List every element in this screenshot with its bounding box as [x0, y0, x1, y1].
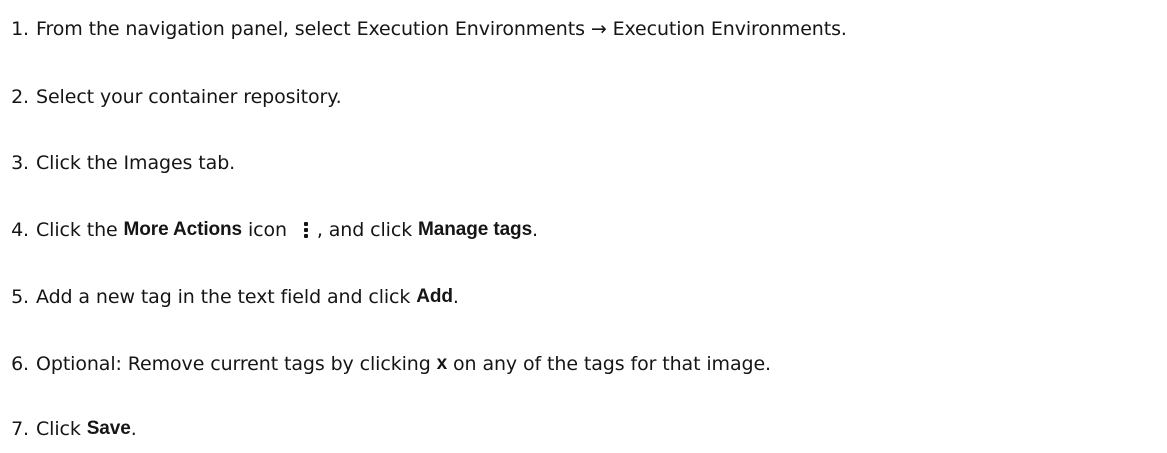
menu-path-section: Execution Environments [356, 18, 585, 40]
step-7: 7. Click Save . [0, 414, 137, 444]
remove-x-label: x [436, 353, 448, 374]
step-text: Add a new tag in the text field and clic… [36, 286, 417, 308]
step-4: 4. Click the More Actions icon , and cli… [0, 215, 538, 245]
current-tags-label: current tags [210, 353, 325, 375]
step-number: 7. [11, 418, 29, 440]
step-text: From the navigation panel, select [36, 18, 357, 40]
step-number: 5. [11, 286, 29, 308]
step-text-mid: , and click [316, 219, 419, 241]
step-number: 4. [11, 219, 29, 241]
kebab-vertical-icon [297, 220, 315, 240]
step-text-end: . [130, 418, 137, 440]
step-number: 1. [11, 18, 29, 40]
save-label: Save [86, 418, 131, 439]
step-text: Select your container repository. [36, 86, 342, 108]
images-tab-label: Images [123, 152, 193, 174]
step-number: 6. [11, 353, 29, 375]
step-1: 1. From the navigation panel, select Exe… [0, 14, 847, 44]
add-label: Add [416, 286, 453, 307]
step-text: Click the [36, 152, 124, 174]
procedure-steps: 1. From the navigation panel, select Exe… [0, 0, 1167, 453]
step-number: 2. [11, 86, 29, 108]
step-text-end: . [840, 18, 847, 40]
step-text-end: tab. [192, 152, 236, 174]
step-2: 2. Select your container repository. [0, 82, 342, 112]
step-text-end: on any of the tags for that image. [447, 353, 771, 375]
step-text-mid: by clicking [324, 353, 437, 375]
step-text: Click [36, 418, 87, 440]
step-text-icon: icon [242, 219, 293, 241]
step-3: 3. Click the Images tab. [0, 148, 235, 178]
manage-tags-label: Manage tags [418, 219, 533, 240]
step-number: 3. [11, 152, 29, 174]
step-text: Optional: Remove [36, 353, 211, 375]
arrow-separator: → [584, 18, 613, 40]
step-text-end: . [532, 219, 538, 241]
step-6: 6. Optional: Remove current tags by clic… [0, 349, 771, 379]
step-text-end: . [452, 286, 459, 308]
step-text: Click the [36, 219, 124, 241]
step-5: 5. Add a new tag in the text field and c… [0, 282, 459, 312]
menu-path-item: Execution Environments [612, 18, 841, 40]
more-actions-label: More Actions [123, 219, 243, 240]
